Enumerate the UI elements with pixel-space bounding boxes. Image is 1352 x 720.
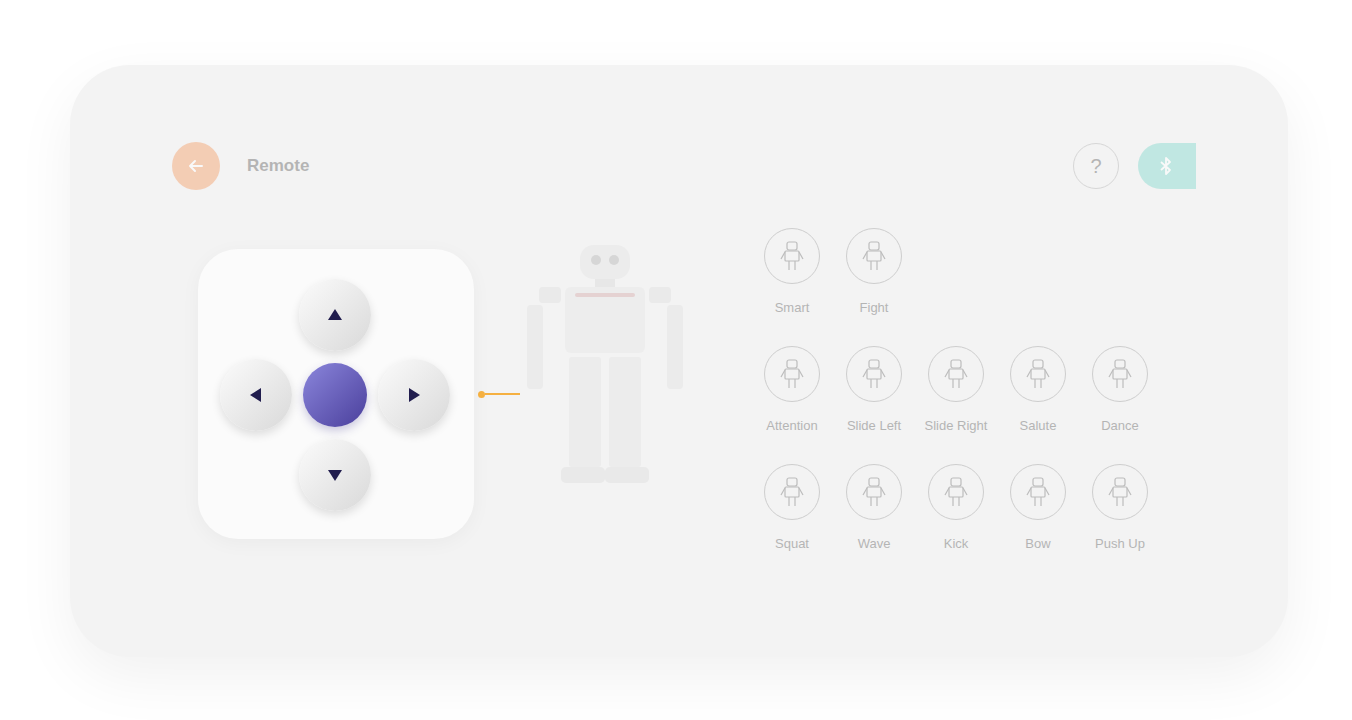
- left-button[interactable]: [220, 359, 292, 431]
- bluetooth-icon: [1158, 156, 1174, 176]
- action-button[interactable]: Kick: [915, 464, 997, 552]
- action-icon: [943, 477, 969, 507]
- header: Remote?: [172, 141, 1196, 191]
- action-row: Smart Fight: [751, 228, 1161, 316]
- action-button[interactable]: Push Up: [1079, 464, 1161, 552]
- action-icon: [1025, 477, 1051, 507]
- action-row: Squat Wave Kick Bow Push Up: [751, 464, 1161, 552]
- action-button[interactable]: Dance: [1079, 346, 1161, 434]
- remote-screen: Remote? Smart Fight Attention Slide Left Slid…: [70, 65, 1288, 657]
- action-row: Attention Slide Left Slide Right Salute Danc…: [751, 346, 1161, 434]
- robot-icon: [525, 243, 685, 485]
- down-arrow-icon: [326, 466, 344, 484]
- action-button[interactable]: Slide Right: [915, 346, 997, 434]
- action-button[interactable]: Bow: [997, 464, 1079, 552]
- action-grid: Smart Fight Attention Slide Left Slide Right…: [751, 228, 1161, 552]
- action-button[interactable]: Squat: [751, 464, 833, 552]
- back-arrow-icon: [186, 156, 206, 176]
- action-label: Dance: [1101, 418, 1139, 434]
- action-label: Smart: [775, 300, 810, 316]
- action-icon: [1025, 359, 1051, 389]
- action-icon: [1107, 477, 1133, 507]
- action-button[interactable]: Wave: [833, 464, 915, 552]
- action-icon: [779, 359, 805, 389]
- action-icon: [779, 477, 805, 507]
- action-icon: [861, 477, 887, 507]
- content: Smart Fight Attention Slide Left Slide Right…: [198, 228, 1196, 552]
- back-button[interactable]: [172, 142, 220, 190]
- bluetooth-button[interactable]: [1138, 143, 1196, 189]
- help-button[interactable]: ?: [1073, 143, 1119, 189]
- action-icon: [943, 359, 969, 389]
- action-label: Push Up: [1095, 536, 1145, 552]
- action-label: Slide Right: [925, 418, 988, 434]
- action-button[interactable]: Salute: [997, 346, 1079, 434]
- action-button[interactable]: Slide Left: [833, 346, 915, 434]
- action-icon: [861, 359, 887, 389]
- action-icon: [779, 241, 805, 271]
- action-label: Salute: [1020, 418, 1057, 434]
- action-label: Bow: [1025, 536, 1050, 552]
- action-icon: [861, 241, 887, 271]
- action-label: Kick: [944, 536, 969, 552]
- center-button[interactable]: [303, 363, 367, 427]
- action-button[interactable]: Fight: [833, 228, 915, 316]
- dpad-panel: [198, 249, 474, 539]
- action-icon: [1107, 359, 1133, 389]
- right-button[interactable]: [378, 359, 450, 431]
- screen-title: Remote: [247, 156, 309, 176]
- page: Remote? Smart Fight Attention Slide Left Slid…: [0, 0, 1352, 720]
- action-label: Wave: [858, 536, 891, 552]
- action-label: Attention: [766, 418, 817, 434]
- down-button[interactable]: [299, 439, 371, 511]
- right-arrow-icon: [405, 386, 423, 404]
- action-button[interactable]: Attention: [751, 346, 833, 434]
- action-label: Squat: [775, 536, 809, 552]
- tutorial-pointer: [478, 390, 520, 398]
- up-arrow-icon: [326, 306, 344, 324]
- action-label: Slide Left: [847, 418, 901, 434]
- up-button[interactable]: [299, 279, 371, 351]
- action-button[interactable]: Smart: [751, 228, 833, 316]
- left-arrow-icon: [247, 386, 265, 404]
- action-label: Fight: [860, 300, 889, 316]
